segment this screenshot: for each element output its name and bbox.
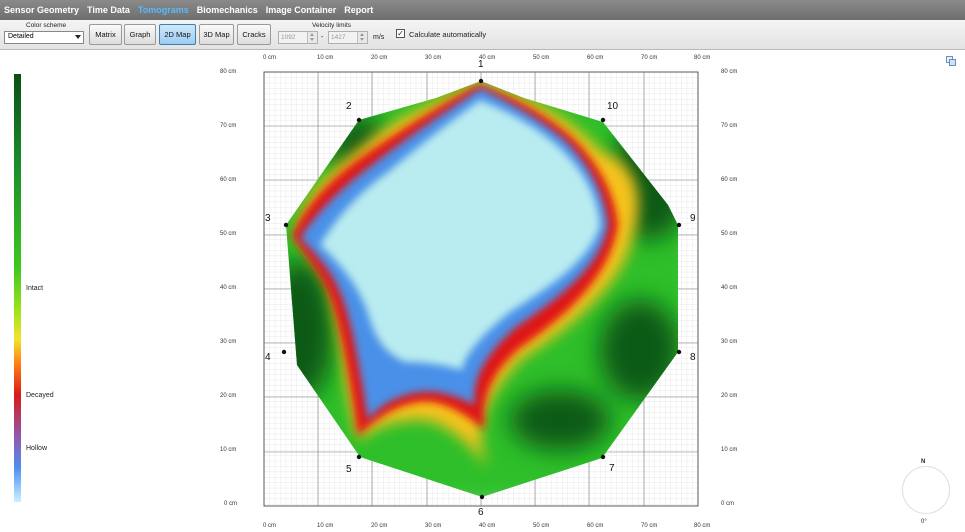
y-tick-left: 30 cm <box>220 339 237 345</box>
velocity-min-value: 1092 <box>281 34 296 41</box>
x-tick-bottom: 80 cm <box>694 523 711 529</box>
matrix-button[interactable]: Matrix <box>89 24 122 45</box>
top-menu-bar: Sensor Geometry Time Data Tomograms Biom… <box>0 0 965 20</box>
calc-auto-label: Calculate automatically <box>409 30 487 39</box>
sensor-label-5: 5 <box>346 464 352 475</box>
menu-report[interactable]: Report <box>340 5 377 15</box>
tomogram-map <box>286 81 678 497</box>
x-tick-bottom: 20 cm <box>371 523 388 529</box>
sensor-label-10: 10 <box>607 101 619 112</box>
x-tick-top: 0 cm <box>263 55 277 61</box>
y-tick-left: 0 cm <box>224 501 238 507</box>
sensor-label-3: 3 <box>265 213 271 224</box>
y-tick-left: 10 cm <box>220 447 237 453</box>
x-tick-top: 60 cm <box>587 55 604 61</box>
y-tick-left: 60 cm <box>220 177 237 183</box>
compass-north-label: N <box>921 459 926 465</box>
x-tick-bottom: 40 cm <box>479 523 496 529</box>
legend-hollow-label: Hollow <box>26 445 48 452</box>
velocity-limits-label: Velocity limits <box>312 22 352 29</box>
graph-button[interactable]: Graph <box>124 24 156 45</box>
color-legend-bar <box>14 74 21 502</box>
x-tick-top: 10 cm <box>317 55 334 61</box>
menu-biomechanics[interactable]: Biomechanics <box>193 5 262 15</box>
x-tick-top: 70 cm <box>641 55 658 61</box>
x-tick-bottom: 50 cm <box>533 523 550 529</box>
y-tick-right: 10 cm <box>721 447 738 453</box>
sensor-label-8: 8 <box>690 352 696 363</box>
x-tick-bottom: 70 cm <box>641 523 658 529</box>
color-scheme-label: Color scheme <box>26 22 67 29</box>
velocity-unit: m/s <box>373 34 385 41</box>
tomogram-canvas <box>263 71 932 507</box>
chevron-down-icon <box>75 35 81 39</box>
velocity-separator: - <box>321 34 324 41</box>
color-scheme-value: Detailed <box>8 33 34 40</box>
menu-time-data[interactable]: Time Data <box>83 5 134 15</box>
y-tick-left: 50 cm <box>220 231 237 237</box>
sensor-label-6: 6 <box>478 507 484 518</box>
velocity-max-spinner[interactable]: 1427 <box>328 31 368 44</box>
sensor-label-7: 7 <box>609 463 615 474</box>
major-grid <box>264 72 698 506</box>
y-tick-right: 30 cm <box>721 339 738 345</box>
menu-sensor-geometry[interactable]: Sensor Geometry <box>0 5 83 15</box>
sensor-label-9: 9 <box>690 213 696 224</box>
2d-map-button[interactable]: 2D Map <box>159 24 196 45</box>
x-tick-bottom: 10 cm <box>317 523 334 529</box>
compass-heading-label: 0° <box>921 519 927 525</box>
grid-background <box>263 71 699 507</box>
y-tick-right: 50 cm <box>721 231 738 237</box>
y-tick-right: 70 cm <box>721 123 738 129</box>
sensor-label-2: 2 <box>346 101 352 112</box>
x-tick-top: 20 cm <box>371 55 388 61</box>
x-tick-bottom: 0 cm <box>263 523 277 529</box>
x-tick-bottom: 60 cm <box>587 523 604 529</box>
cracks-button[interactable]: Cracks <box>237 24 271 45</box>
color-scheme-select[interactable]: Detailed <box>4 31 84 44</box>
sensor-label-1: 1 <box>478 59 484 70</box>
legend-decayed-label: Decayed <box>26 392 54 399</box>
velocity-min-spinner[interactable]: 1092 <box>278 31 318 44</box>
toolbar: Color scheme Detailed Matrix Graph 2D Ma… <box>0 20 965 50</box>
menu-tomograms[interactable]: Tomograms <box>134 5 193 15</box>
x-tick-top: 50 cm <box>533 55 550 61</box>
y-tick-right: 20 cm <box>721 393 738 399</box>
spinner-arrows-icon[interactable] <box>357 32 367 43</box>
y-tick-right: 40 cm <box>721 285 738 291</box>
x-tick-top: 80 cm <box>694 55 711 61</box>
calc-auto-checkbox[interactable]: ✓ <box>396 29 405 38</box>
x-tick-top: 30 cm <box>425 55 442 61</box>
y-tick-left: 40 cm <box>220 285 237 291</box>
y-tick-left: 70 cm <box>220 123 237 129</box>
y-tick-right: 0 cm <box>721 501 735 507</box>
3d-map-button[interactable]: 3D Map <box>199 24 234 45</box>
legend-intact-label: Intact <box>26 285 44 292</box>
x-tick-bottom: 30 cm <box>425 523 442 529</box>
y-tick-left: 80 cm <box>220 69 237 75</box>
menu-image-container[interactable]: Image Container <box>262 5 341 15</box>
compass <box>902 466 950 514</box>
sensor-dots <box>281 78 682 500</box>
y-tick-right: 80 cm <box>721 69 738 75</box>
y-tick-right: 60 cm <box>721 177 738 183</box>
spinner-arrows-icon[interactable] <box>307 32 317 43</box>
copy-image-icon[interactable] <box>946 56 956 66</box>
y-tick-left: 20 cm <box>220 393 237 399</box>
velocity-max-value: 1427 <box>331 34 346 41</box>
sensor-label-4: 4 <box>265 352 271 363</box>
